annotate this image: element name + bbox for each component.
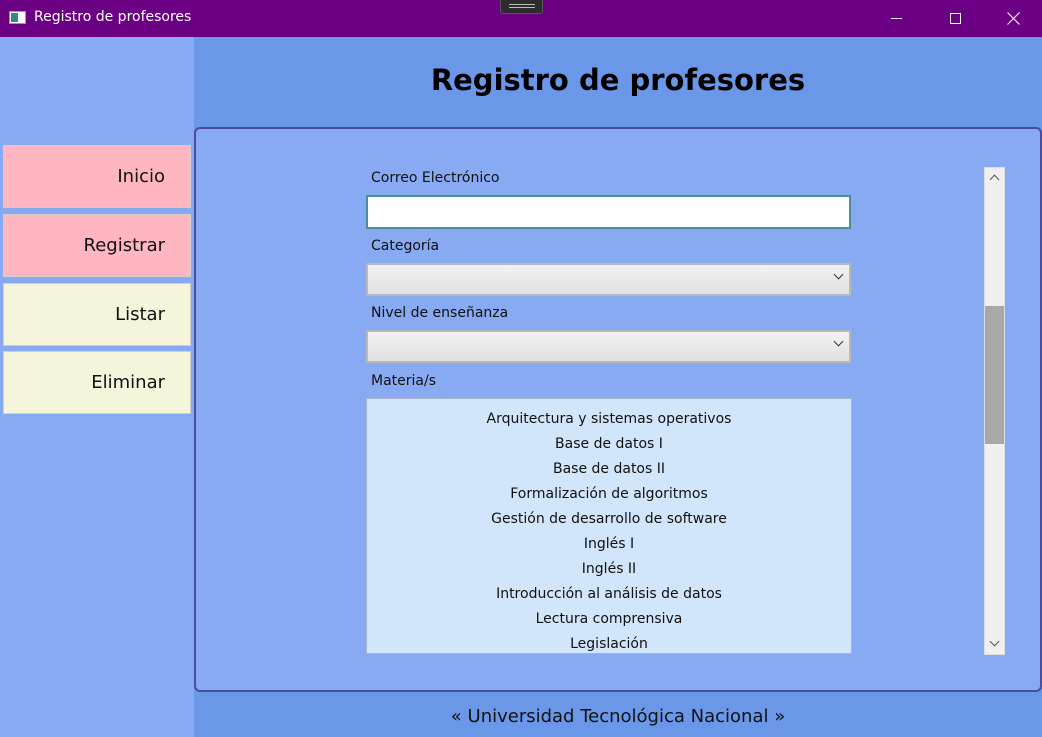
materias-label: Materia/s bbox=[371, 373, 436, 389]
sidebar: Inicio Registrar Listar Eliminar bbox=[0, 37, 194, 737]
maximize-icon bbox=[949, 13, 961, 24]
close-button[interactable] bbox=[984, 0, 1042, 37]
list-item[interactable]: Inglés II bbox=[367, 557, 851, 582]
categoria-dropdown[interactable] bbox=[366, 263, 851, 296]
nivel-dropdown[interactable] bbox=[366, 330, 851, 363]
chevron-down-icon bbox=[833, 269, 844, 280]
footer-text: « Universidad Tecnológica Nacional » bbox=[450, 706, 786, 727]
nav-eliminar-button[interactable]: Eliminar bbox=[3, 351, 191, 414]
window-title: Registro de profesores bbox=[34, 9, 192, 25]
list-item[interactable]: Lectura comprensiva bbox=[367, 607, 851, 632]
drag-handle-icon[interactable] bbox=[500, 0, 543, 14]
list-item[interactable]: Gestión de desarrollo de software bbox=[367, 507, 851, 532]
categoria-label: Categoría bbox=[371, 238, 440, 254]
page-title: Registro de profesores bbox=[430, 63, 806, 97]
nav-inicio-button[interactable]: Inicio bbox=[3, 145, 191, 208]
list-item[interactable]: Base de datos I bbox=[367, 432, 851, 457]
nivel-label: Nivel de enseñanza bbox=[371, 305, 509, 321]
list-item[interactable]: Inglés I bbox=[367, 532, 851, 557]
window-app-icon bbox=[9, 11, 26, 24]
scroll-down-icon[interactable] bbox=[985, 634, 1004, 654]
scroll-up-icon[interactable] bbox=[985, 168, 1004, 188]
materias-listbox[interactable]: Arquitectura y sistemas operativos Base … bbox=[366, 398, 852, 654]
minimize-icon bbox=[890, 18, 902, 19]
close-icon bbox=[1007, 12, 1020, 25]
title-bar[interactable]: Registro de profesores bbox=[0, 0, 1042, 37]
nav-registrar-button[interactable]: Registrar bbox=[3, 214, 191, 277]
nav-listar-button[interactable]: Listar bbox=[3, 283, 191, 346]
panel-scrollbar[interactable] bbox=[984, 167, 1005, 655]
list-item[interactable]: Arquitectura y sistemas operativos bbox=[367, 407, 851, 432]
email-label: Correo Electrónico bbox=[371, 170, 500, 186]
chevron-down-icon bbox=[833, 336, 844, 347]
list-item[interactable]: Formalización de algoritmos bbox=[367, 482, 851, 507]
email-field[interactable] bbox=[366, 195, 851, 229]
list-item[interactable]: Legislación bbox=[367, 632, 851, 653]
form-panel: Correo Electrónico Categoría Nivel de en… bbox=[194, 127, 1042, 692]
minimize-button[interactable] bbox=[867, 0, 925, 37]
maximize-button[interactable] bbox=[926, 0, 984, 37]
list-item[interactable]: Base de datos II bbox=[367, 457, 851, 482]
scrollbar-thumb[interactable] bbox=[985, 306, 1004, 444]
list-item[interactable]: Introducción al análisis de datos bbox=[367, 582, 851, 607]
